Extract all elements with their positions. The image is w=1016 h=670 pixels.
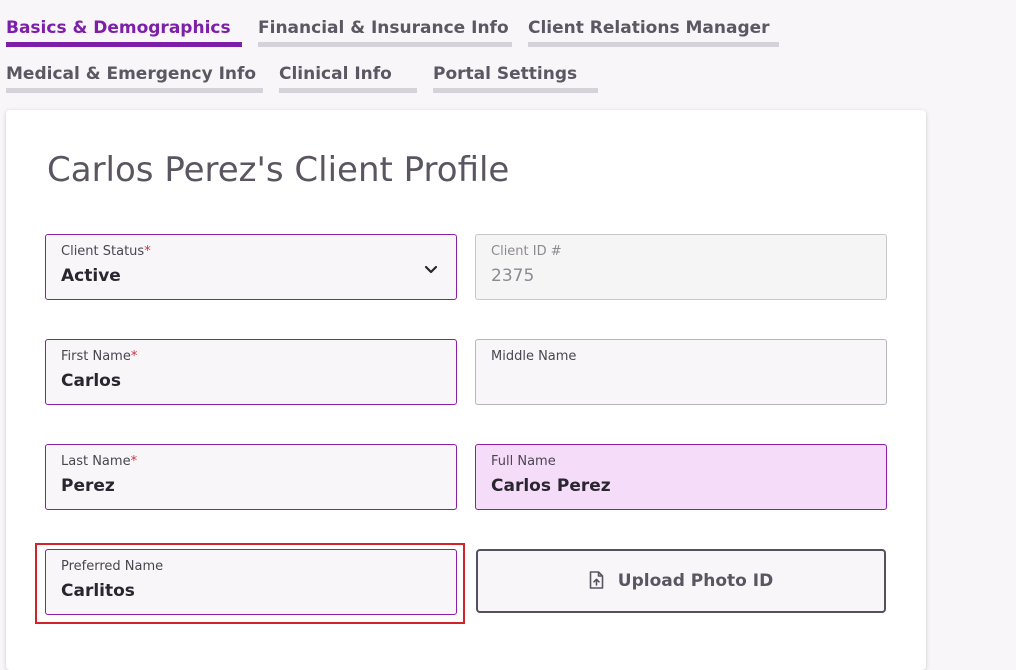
first-name-value: Carlos <box>61 371 121 391</box>
tab-label: Portal Settings <box>433 64 578 84</box>
client-status-select[interactable]: Client Status* Active <box>45 234 457 300</box>
required-mark: * <box>144 244 151 259</box>
client-status-value: Active <box>61 266 121 286</box>
tab-financial-insurance[interactable]: Financial & Insurance Info <box>258 11 512 47</box>
required-mark: * <box>130 454 138 469</box>
middle-name-field[interactable]: Middle Name <box>475 339 887 405</box>
client-status-label: Client Status* <box>61 244 151 259</box>
tab-label: Basics & Demographics <box>6 18 231 38</box>
tab-label: Financial & Insurance Info <box>258 18 509 38</box>
chevron-down-icon <box>424 265 438 274</box>
preferred-name-label: Preferred Name <box>61 559 164 574</box>
file-upload-icon <box>589 571 604 589</box>
tab-portal-settings[interactable]: Portal Settings <box>433 57 598 93</box>
tab-label: Client Relations Manager <box>528 18 770 38</box>
first-name-label: First Name* <box>61 349 138 364</box>
tab-basics-demographics[interactable]: Basics & Demographics <box>6 11 242 47</box>
client-id-label: Client ID # <box>491 244 562 259</box>
last-name-label: Last Name* <box>61 454 138 469</box>
middle-name-label: Middle Name <box>491 349 577 364</box>
full-name-field[interactable]: Full Name Carlos Perez <box>475 444 887 510</box>
client-profile-card: Carlos Perez's Client Profile Client Sta… <box>6 110 926 670</box>
tab-client-relations-manager[interactable]: Client Relations Manager <box>528 11 779 47</box>
page-title: Carlos Perez's Client Profile <box>47 150 510 190</box>
preferred-name-field[interactable]: Preferred Name Carlitos <box>45 549 457 615</box>
upload-button-content: Upload Photo ID <box>478 571 884 591</box>
tab-medical-emergency[interactable]: Medical & Emergency Info <box>6 57 263 93</box>
last-name-field[interactable]: Last Name* Perez <box>45 444 457 510</box>
client-id-field: Client ID # 2375 <box>475 234 887 300</box>
last-name-value: Perez <box>61 476 115 496</box>
first-name-field[interactable]: First Name* Carlos <box>45 339 457 405</box>
tab-label: Medical & Emergency Info <box>6 64 257 84</box>
client-id-value: 2375 <box>491 266 535 286</box>
required-mark: * <box>130 349 138 364</box>
upload-button-label: Upload Photo ID <box>617 571 774 591</box>
full-name-value: Carlos Perez <box>491 476 611 496</box>
upload-photo-id-button[interactable]: Upload Photo ID <box>476 549 886 613</box>
tab-clinical-info[interactable]: Clinical Info <box>279 57 417 93</box>
tab-label: Clinical Info <box>279 64 392 84</box>
full-name-label: Full Name <box>491 454 556 469</box>
preferred-name-value: Carlitos <box>61 581 135 601</box>
